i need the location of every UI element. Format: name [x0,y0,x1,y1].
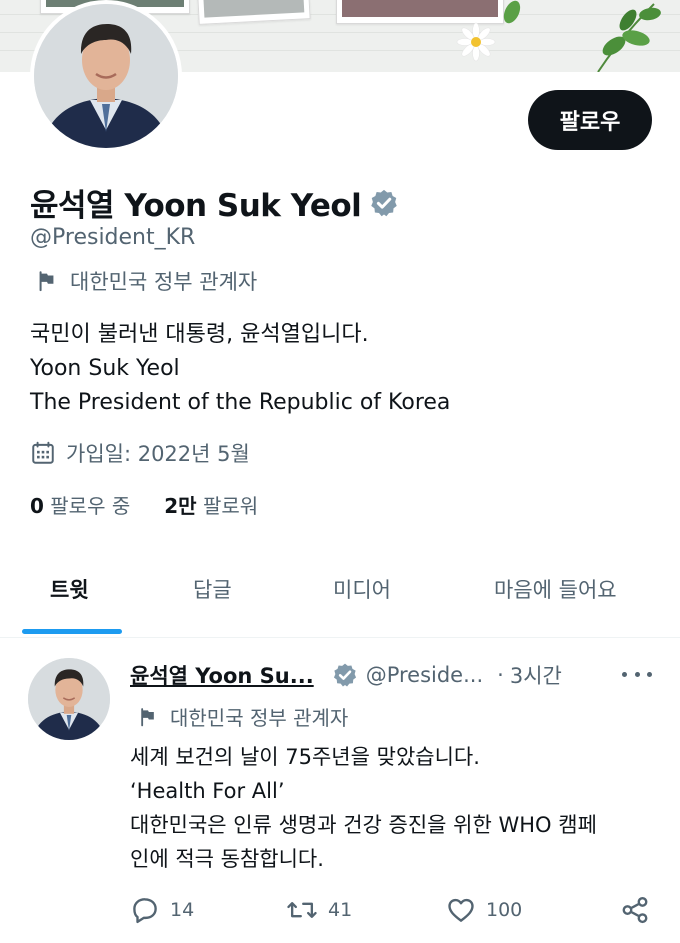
more-dot [634,671,640,677]
banner-photo [336,0,504,24]
avatar-portrait [34,4,178,148]
bio-line: Yoon Suk Yeol [30,356,180,381]
profile-tabs: 트윗 답글 미디어 마음에 들어요 [0,556,680,638]
verified-badge-icon[interactable] [332,662,358,688]
retweet-icon [287,902,317,918]
verified-badge-icon[interactable] [369,188,399,218]
profile-joined: 가입일: 2022년 5월 [30,438,250,468]
profile-avatar[interactable] [30,0,182,152]
flag-icon [141,707,154,726]
retweet-button[interactable]: 41 [286,895,352,925]
affiliation-label: 대한민국 정부 관계자 [170,706,349,730]
tweet-text: 세계 보건의 날이 75주년을 맞았습니다. ‘Health For All’ … [130,740,660,876]
calendar-icon [32,441,54,464]
profile-display-name: 윤석열 Yoon Suk Yeol [30,188,362,224]
follow-stats: 0 팔로우 중 2만 팔로워 [30,490,258,519]
follow-button[interactable]: 팔로우 [528,90,652,150]
leaf-branch-icon [597,3,661,72]
profile-bio: 국민이 불러낸 대통령, 윤석열입니다. Yoon Suk Yeol The P… [30,318,450,420]
affiliation-label: 대한민국 정부 관계자 [70,270,258,294]
leaf-icon [503,0,521,24]
like-icon [448,898,474,922]
tweet-author-handle[interactable]: @Preside... [366,663,483,687]
flag-icon [39,271,54,292]
retweet-count: 41 [328,899,353,921]
tweet-text-line: 대한민국은 인류 생명과 건강 증진을 위한 WHO 캠페 [130,813,597,837]
more-dot [622,671,627,677]
like-count: 100 [486,899,523,921]
more-icon[interactable] [622,664,652,684]
tab-likes[interactable]: 마음에 들어요 [494,574,617,604]
reply-button[interactable]: 14 [130,895,194,925]
tweet-timestamp[interactable]: 3시간 [510,660,562,690]
share-button[interactable] [620,895,650,925]
daisy-flower-icon [456,22,496,62]
tweet-separator: · [497,663,504,687]
banner-photo [197,0,311,25]
profile-affiliation[interactable]: 대한민국 정부 관계자 [36,266,257,296]
followers-link[interactable]: 2만 팔로워 [164,490,258,519]
tweet-header: 윤석열 Yoon Su... @Preside... · 3시간 [130,660,658,690]
more-dot [647,671,652,677]
tweet-author-avatar[interactable] [28,658,110,740]
tweet-affiliation[interactable]: 대한민국 정부 관계자 [138,702,348,731]
joined-date: 가입일: 2022년 5월 [66,442,250,466]
reply-icon [133,898,157,924]
tweet-text-line: 세계 보건의 날이 75주년을 맞았습니다. [130,745,480,769]
tab-media[interactable]: 미디어 [333,574,391,604]
share-icon [622,896,648,924]
like-button[interactable]: 100 [446,895,522,925]
tab-replies[interactable]: 답글 [193,574,232,604]
tweet-text-line: ‘Health For All’ [130,779,285,803]
profile-name-row: 윤석열 Yoon Suk Yeol [30,180,399,225]
following-link[interactable]: 0 팔로우 중 [30,490,130,519]
tweet-author-name[interactable]: 윤석열 Yoon Su... [130,660,314,690]
following-count: 0 [30,494,44,518]
profile-handle: @President_KR [30,225,196,250]
bio-line: The President of the Republic of Korea [30,390,451,415]
tab-tweets[interactable]: 트윗 [50,574,89,604]
bio-line: 국민이 불러낸 대통령, 윤석열입니다. [30,322,369,347]
tweet-actions: 14 41 100 [130,895,660,927]
followers-count: 2만 [164,494,197,518]
avatar-portrait [28,658,110,740]
followers-label: 팔로워 [202,494,259,518]
tweet-text-line: 인에 적극 동참합니다. [130,847,324,871]
following-label: 팔로우 중 [50,494,131,518]
active-tab-indicator [22,629,122,634]
reply-count: 14 [170,899,195,921]
